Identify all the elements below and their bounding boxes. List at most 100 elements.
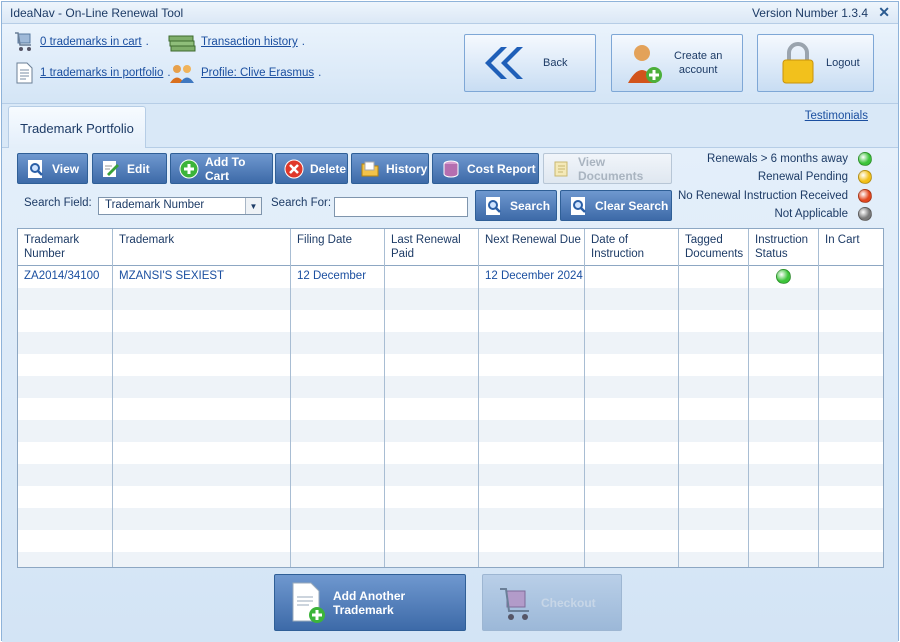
create-account-button[interactable]: Create an account (611, 34, 743, 92)
column-header[interactable]: Date of Instruction (591, 233, 644, 261)
column-divider (290, 229, 291, 567)
status-dot-icon (858, 207, 872, 221)
status-dot-icon (858, 189, 872, 203)
table-row[interactable] (18, 442, 883, 464)
column-header[interactable]: Trademark (119, 233, 174, 247)
version-number: Version Number 1.3.4 (751, 6, 868, 20)
table-row[interactable] (18, 398, 883, 420)
table-row[interactable] (18, 552, 883, 567)
table-cell-next-renewal: 12 December 2024 (485, 270, 583, 282)
add-another-trademark-button[interactable]: Add Another Trademark (274, 574, 466, 631)
status-dot-icon (858, 170, 872, 184)
delete-icon (284, 159, 304, 178)
column-divider (478, 229, 479, 567)
testimonials-link[interactable]: Testimonials (805, 110, 868, 122)
clear-search-button[interactable]: Clear Search (560, 190, 672, 221)
table-row[interactable] (18, 420, 883, 442)
logout-button[interactable]: Logout (757, 34, 874, 92)
logout-label: Logout (826, 57, 860, 69)
column-header[interactable]: Instruction Status (755, 233, 808, 261)
table-cell-filing-date: 12 December (297, 270, 367, 282)
legend-item: Renewal Pending (758, 170, 872, 184)
profile-link[interactable]: Profile: Clive Erasmus (201, 67, 314, 79)
column-divider (678, 229, 679, 567)
table-row[interactable] (18, 530, 883, 552)
double-chevron-left-icon (485, 47, 523, 79)
edit-button[interactable]: Edit (92, 153, 167, 184)
trademark-table: ZA2014/34100 MZANSI'S SEXIEST 12 December 1… (17, 228, 884, 568)
cart-link-row: 0 trademarks in cart. (12, 30, 149, 54)
instruction-status-icon (776, 269, 791, 284)
column-header[interactable]: Last Renewal Paid (391, 233, 461, 261)
portfolio-panel: View Edit Add To Cart Delete History Cos… (2, 148, 898, 642)
magnifier-icon (28, 159, 43, 178)
column-divider (584, 229, 585, 567)
transactions-link-row: Transaction history. (167, 30, 305, 54)
cost-report-button[interactable]: Cost Report (432, 153, 539, 184)
legend-item: No Renewal Instruction Received (678, 189, 872, 203)
tab-trademark-portfolio[interactable]: Trademark Portfolio (8, 106, 146, 149)
column-divider (384, 229, 385, 567)
table-row[interactable] (18, 354, 883, 376)
documents-icon (554, 161, 568, 176)
header-area: 0 trademarks in cart. 1 trademarks in po… (2, 24, 898, 104)
create-account-label: Create an account (674, 50, 723, 76)
cart-link[interactable]: 0 trademarks in cart (40, 36, 142, 48)
table-row[interactable]: ZA2014/34100 MZANSI'S SEXIEST 12 December 1… (18, 266, 883, 288)
tab-bar: Trademark Portfolio Testimonials (2, 104, 898, 149)
status-dot-icon (858, 152, 872, 166)
folder-icon (361, 161, 379, 176)
back-button[interactable]: Back (464, 34, 596, 92)
legend-item: Renewals > 6 months away (707, 152, 872, 166)
chevron-down-icon: ▼ (245, 198, 261, 214)
table-row[interactable] (18, 288, 883, 310)
view-documents-button[interactable]: View Documents (543, 153, 672, 184)
search-field-label: Search Field: (24, 197, 92, 209)
search-input[interactable] (334, 197, 468, 217)
transaction-history-link[interactable]: Transaction history (201, 36, 298, 48)
portfolio-link[interactable]: 1 trademarks in portfolio (40, 67, 163, 79)
table-row[interactable] (18, 310, 883, 332)
document-icon (16, 62, 33, 84)
close-icon[interactable]: ✕ (878, 4, 890, 21)
column-header[interactable]: Trademark Number (24, 233, 79, 261)
delete-button[interactable]: Delete (275, 153, 348, 184)
column-header[interactable]: Next Renewal Due (485, 233, 581, 247)
history-button[interactable]: History (351, 153, 429, 184)
portfolio-link-row: 1 trademarks in portfolio. (12, 61, 171, 85)
app-window: IdeaNav - On-Line Renewal Tool Version N… (1, 1, 899, 642)
search-button[interactable]: Search (475, 190, 557, 221)
column-header[interactable]: In Cart (825, 233, 860, 247)
checkout-button[interactable]: Checkout (482, 574, 622, 631)
back-label: Back (543, 57, 568, 69)
column-header[interactable]: Filing Date (297, 233, 352, 247)
table-row[interactable] (18, 332, 883, 354)
view-button[interactable]: View (17, 153, 88, 184)
cart-icon (15, 32, 31, 51)
search-field-select[interactable]: Trademark Number ▼ (98, 197, 262, 215)
legend-label: No Renewal Instruction Received (677, 190, 848, 202)
add-document-icon (292, 582, 325, 623)
add-to-cart-button[interactable]: Add To Cart (170, 153, 273, 184)
table-row[interactable] (18, 486, 883, 508)
window-title: IdeaNav - On-Line Renewal Tool (10, 6, 184, 20)
legend-item: Not Applicable (774, 207, 872, 221)
column-divider (112, 229, 113, 567)
column-header[interactable]: Tagged Documents (685, 233, 743, 261)
legend-label: Renewals > 6 months away (707, 153, 848, 165)
lock-icon (782, 42, 814, 84)
table-row[interactable] (18, 376, 883, 398)
table-cell-trademark: MZANSI'S SEXIEST (119, 270, 225, 282)
plus-circle-icon (179, 159, 199, 178)
legend-label: Not Applicable (774, 208, 848, 220)
legend-label: Renewal Pending (757, 171, 848, 183)
search-for-label: Search For: (271, 197, 332, 209)
profile-link-row: Profile: Clive Erasmus. (167, 61, 321, 85)
table-row[interactable] (18, 508, 883, 530)
users-icon (170, 65, 194, 83)
add-user-icon (628, 45, 662, 83)
edit-icon (103, 160, 119, 177)
table-row[interactable] (18, 464, 883, 486)
money-icon (168, 35, 196, 52)
bottom-actions: Add Another Trademark Checkout (2, 568, 898, 642)
